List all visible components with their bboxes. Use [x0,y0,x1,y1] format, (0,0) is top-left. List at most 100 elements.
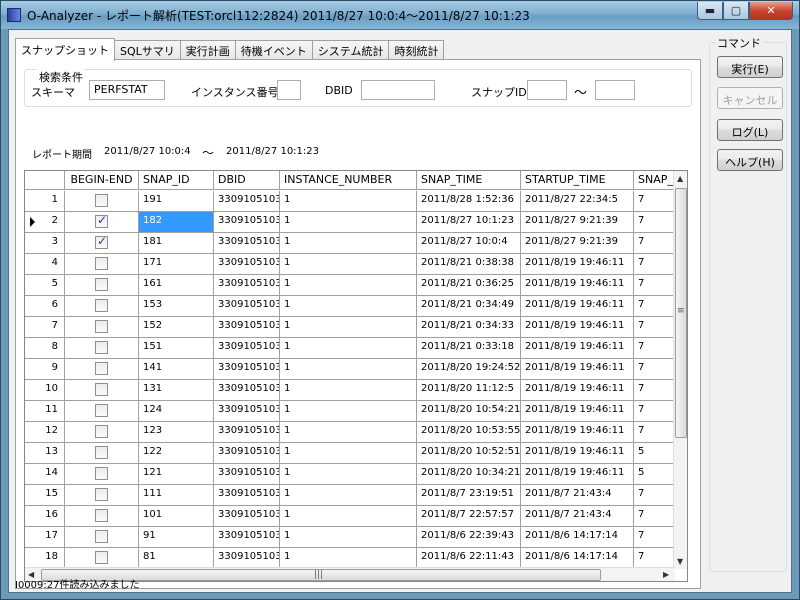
instance-number-cell[interactable]: 1 [280,212,417,233]
instance-number-cell[interactable]: 1 [280,359,417,380]
begin-end-checkbox[interactable] [95,404,108,417]
snap-level-cell[interactable]: 7 [634,359,675,380]
row-number[interactable]: 1 [25,191,65,212]
scroll-right-icon[interactable]: ▶ [663,570,669,579]
snap-time-cell[interactable]: 2011/8/20 11:12:5 [417,380,521,401]
title-bar[interactable]: O-Analyzer - レポート解析(TEST:orcl112:2824) 2… [1,1,799,29]
instance-number-cell[interactable]: 1 [280,527,417,548]
column-header-instance-number[interactable]: INSTANCE_NUMBER [280,171,417,190]
close-button[interactable]: ✕ [749,2,793,20]
snap-time-cell[interactable]: 2011/8/6 22:39:43 [417,527,521,548]
startup-time-cell[interactable]: 2011/8/19 19:46:11 [521,443,634,464]
snap-level-cell[interactable]: 5 [634,443,675,464]
snap-level-cell[interactable]: 5 [634,464,675,485]
startup-time-cell[interactable]: 2011/8/19 19:46:11 [521,317,634,338]
dbid-cell[interactable]: 3309105103 [214,401,280,422]
snap-level-cell[interactable]: 7 [634,380,675,401]
begin-end-checkbox[interactable] [95,425,108,438]
snap-time-cell[interactable]: 2011/8/20 19:24:52 [417,359,521,380]
dbid-cell[interactable]: 3309105103 [214,191,280,212]
snap-id-cell[interactable]: 131 [139,380,214,401]
column-header-dbid[interactable]: DBID [214,171,280,190]
row-number[interactable]: 3 [25,233,65,254]
table-row[interactable]: 4 171 3309105103 1 2011/8/21 0:38:38 2011/8/1… [25,254,675,275]
dbid-cell[interactable]: 3309105103 [214,464,280,485]
tab-sql-summary[interactable]: SQLサマリ [114,40,181,60]
log-button[interactable]: ログ(L) [717,119,783,141]
scroll-up-icon[interactable]: ▲ [677,174,683,183]
row-number[interactable]: 14 [25,464,65,485]
dbid-field[interactable] [361,80,435,100]
snap-time-cell[interactable]: 2011/8/21 0:34:33 [417,317,521,338]
vertical-scrollbar[interactable]: ▲ ≡ ▼ [673,171,687,569]
snap-id-cell[interactable]: 123 [139,422,214,443]
snap-level-cell[interactable]: 7 [634,422,675,443]
begin-end-checkbox[interactable] [95,488,108,501]
table-row[interactable]: 5 161 3309105103 1 2011/8/21 0:36:25 2011/8/1… [25,275,675,296]
snap-id-to-field[interactable] [595,80,635,100]
dbid-cell[interactable]: 3309105103 [214,485,280,506]
snap-id-cell[interactable]: 101 [139,506,214,527]
help-button[interactable]: ヘルプ(H) [717,149,783,171]
begin-end-checkbox[interactable] [95,551,108,564]
row-number[interactable]: 2 [25,212,65,233]
dbid-cell[interactable]: 3309105103 [214,548,280,569]
minimize-button[interactable]: ▬ [697,2,723,20]
snap-id-cell[interactable]: 124 [139,401,214,422]
dbid-cell[interactable]: 3309105103 [214,422,280,443]
begin-end-checkbox[interactable] [95,257,108,270]
snap-level-cell[interactable]: 7 [634,296,675,317]
table-row[interactable]: 12 123 3309105103 1 2011/8/20 10:53:55 2011/8… [25,422,675,443]
snap-id-cell[interactable]: 81 [139,548,214,569]
snap-id-cell[interactable]: 141 [139,359,214,380]
startup-time-cell[interactable]: 2011/8/19 19:46:11 [521,275,634,296]
snap-id-cell[interactable]: 153 [139,296,214,317]
execute-button[interactable]: 実行(E) [717,56,783,78]
instance-number-cell[interactable]: 1 [280,380,417,401]
snap-id-cell[interactable]: 182 [139,212,214,233]
startup-time-cell[interactable]: 2011/8/19 19:46:11 [521,254,634,275]
snap-id-cell[interactable]: 91 [139,527,214,548]
row-number[interactable]: 13 [25,443,65,464]
dbid-cell[interactable]: 3309105103 [214,296,280,317]
instance-number-cell[interactable]: 1 [280,233,417,254]
snap-id-cell[interactable]: 191 [139,191,214,212]
dbid-cell[interactable]: 3309105103 [214,359,280,380]
instance-number-cell[interactable]: 1 [280,506,417,527]
snap-level-cell[interactable]: 7 [634,401,675,422]
dbid-cell[interactable]: 3309105103 [214,317,280,338]
instance-number-cell[interactable]: 1 [280,254,417,275]
snap-level-cell[interactable]: 7 [634,338,675,359]
table-row[interactable]: 10 131 3309105103 1 2011/8/20 11:12:5 2011/8/… [25,380,675,401]
instance-number-cell[interactable]: 1 [280,443,417,464]
begin-end-checkbox[interactable] [95,467,108,480]
instance-number-cell[interactable]: 1 [280,296,417,317]
snap-level-cell[interactable]: 7 [634,191,675,212]
startup-time-cell[interactable]: 2011/8/19 19:46:11 [521,464,634,485]
snap-level-cell[interactable]: 7 [634,254,675,275]
snap-id-from-field[interactable] [527,80,567,100]
dbid-cell[interactable]: 3309105103 [214,443,280,464]
snap-id-cell[interactable]: 151 [139,338,214,359]
row-number[interactable]: 12 [25,422,65,443]
table-row[interactable]: 11 124 3309105103 1 2011/8/20 10:54:21 2011/8… [25,401,675,422]
startup-time-cell[interactable]: 2011/8/19 19:46:11 [521,296,634,317]
snap-time-cell[interactable]: 2011/8/6 22:11:43 [417,548,521,569]
instance-number-cell[interactable]: 1 [280,191,417,212]
startup-time-cell[interactable]: 2011/8/19 19:46:11 [521,401,634,422]
snap-level-cell[interactable]: 7 [634,485,675,506]
instance-number-cell[interactable]: 1 [280,401,417,422]
dbid-cell[interactable]: 3309105103 [214,380,280,401]
snap-time-cell[interactable]: 2011/8/21 0:34:49 [417,296,521,317]
begin-end-checkbox[interactable] [95,383,108,396]
row-number[interactable]: 16 [25,506,65,527]
row-number[interactable]: 15 [25,485,65,506]
tab-wait-events[interactable]: 待機イベント [234,40,313,60]
table-row[interactable]: 9 141 3309105103 1 2011/8/20 19:24:52 2011/8/… [25,359,675,380]
instance-number-field[interactable] [277,80,301,100]
tab-time-stats[interactable]: 時刻統計 [388,40,445,60]
schema-field[interactable]: PERFSTAT [89,80,165,100]
snap-time-cell[interactable]: 2011/8/27 10:1:23 [417,212,521,233]
startup-time-cell[interactable]: 2011/8/19 19:46:11 [521,359,634,380]
instance-number-cell[interactable]: 1 [280,548,417,569]
